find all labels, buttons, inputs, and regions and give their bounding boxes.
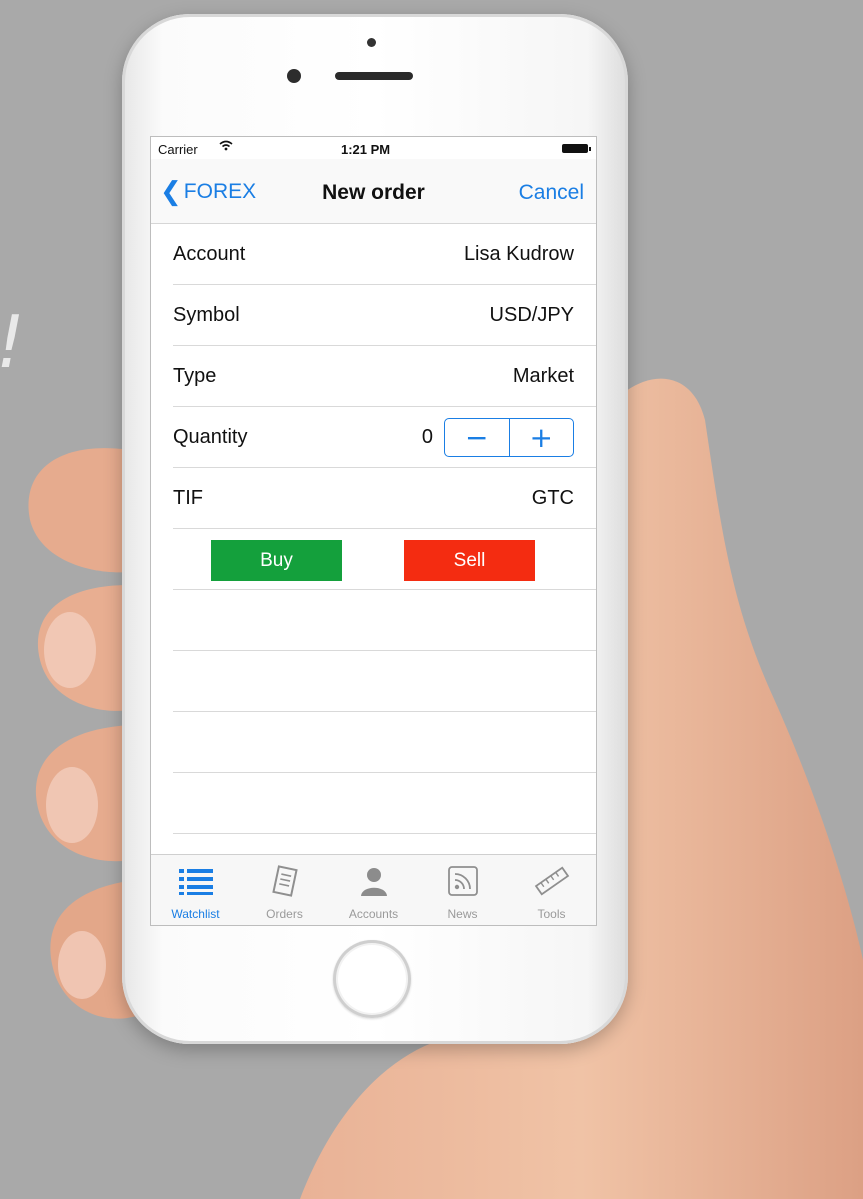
- account-label: Account: [173, 243, 246, 265]
- front-camera: [287, 69, 301, 83]
- account-row[interactable]: Account Lisa Kudrow: [173, 224, 596, 285]
- status-time: 1:21 PM: [341, 142, 391, 157]
- order-actions: Buy Sell: [173, 529, 596, 590]
- sell-button[interactable]: Sell: [404, 540, 535, 581]
- proximity-sensor: [367, 38, 376, 47]
- rss-icon: [418, 863, 507, 899]
- empty-row: [173, 590, 596, 651]
- carrier-label: Carrier: [158, 142, 198, 157]
- quantity-row: Quantity 0 − +: [173, 407, 596, 468]
- cancel-button[interactable]: Cancel: [519, 181, 584, 205]
- tab-orders-label: Orders: [266, 907, 303, 921]
- tif-label: TIF: [173, 487, 203, 509]
- symbol-label: Symbol: [173, 304, 240, 326]
- status-bar: Carrier 1:21 PM: [151, 137, 596, 159]
- tab-tools-label: Tools: [537, 907, 566, 921]
- type-value: Market: [512, 365, 574, 387]
- battery-icon: [562, 144, 591, 153]
- tab-bar: Watchlist Orders Accounts News Tools: [151, 854, 596, 925]
- tab-accounts[interactable]: Accounts: [329, 855, 418, 925]
- symbol-row[interactable]: Symbol USD/JPY: [173, 285, 596, 346]
- wifi-icon: [219, 140, 233, 154]
- quantity-label: Quantity: [173, 426, 248, 448]
- tab-news-label: News: [447, 907, 478, 921]
- type-row[interactable]: Type Market: [173, 346, 596, 407]
- app-screen: Carrier 1:21 PM ❮ FOREX New order Cancel…: [150, 136, 597, 926]
- account-value: Lisa Kudrow: [463, 243, 574, 265]
- tab-watchlist[interactable]: Watchlist: [151, 855, 240, 925]
- buy-button[interactable]: Buy: [211, 540, 342, 581]
- type-label: Type: [173, 365, 217, 387]
- list-icon: [151, 863, 240, 899]
- symbol-value: USD/JPY: [489, 304, 574, 326]
- empty-row: [173, 651, 596, 712]
- tab-accounts-label: Accounts: [348, 907, 399, 921]
- tif-value: GTC: [531, 487, 574, 509]
- tab-tools[interactable]: Tools: [507, 855, 596, 925]
- quantity-value: 0: [421, 426, 433, 448]
- quantity-stepper: − +: [444, 418, 574, 457]
- tab-news[interactable]: News: [418, 855, 507, 925]
- increment-button[interactable]: +: [510, 419, 574, 456]
- tif-row[interactable]: TIF GTC: [173, 468, 596, 529]
- decrement-button[interactable]: −: [445, 419, 509, 456]
- person-icon: [329, 863, 418, 899]
- order-form: Account Lisa Kudrow Symbol USD/JPY Type …: [151, 224, 596, 834]
- empty-row: [173, 712, 596, 773]
- earpiece-speaker: [335, 72, 413, 80]
- tab-watchlist-label: Watchlist: [171, 907, 220, 921]
- document-icon: [240, 863, 329, 899]
- tab-orders[interactable]: Orders: [240, 855, 329, 925]
- empty-row: [173, 773, 596, 834]
- navigation-bar: ❮ FOREX New order Cancel: [151, 159, 596, 224]
- home-button[interactable]: [333, 940, 411, 1018]
- ruler-icon: [507, 863, 596, 899]
